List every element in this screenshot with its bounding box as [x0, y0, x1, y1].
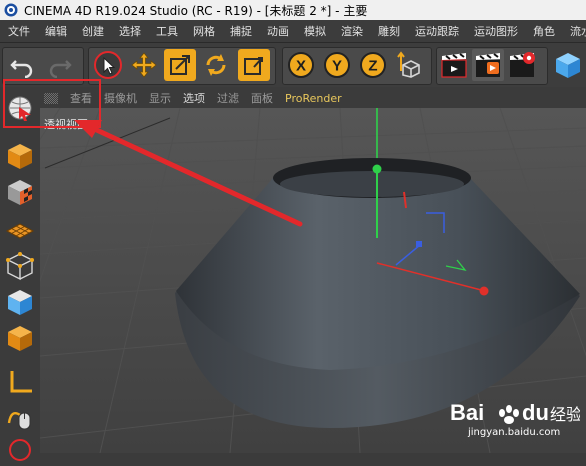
watermark-brand: Bai [450, 400, 484, 425]
watermark-site: jingyan.baidu.com [468, 427, 561, 438]
watermark-brand2: du [522, 400, 549, 425]
watermark-suffix: 经验 [550, 405, 580, 424]
baidu-paw-logo: Bai du 经验 [450, 400, 582, 425]
annotation-arrow [74, 120, 303, 227]
